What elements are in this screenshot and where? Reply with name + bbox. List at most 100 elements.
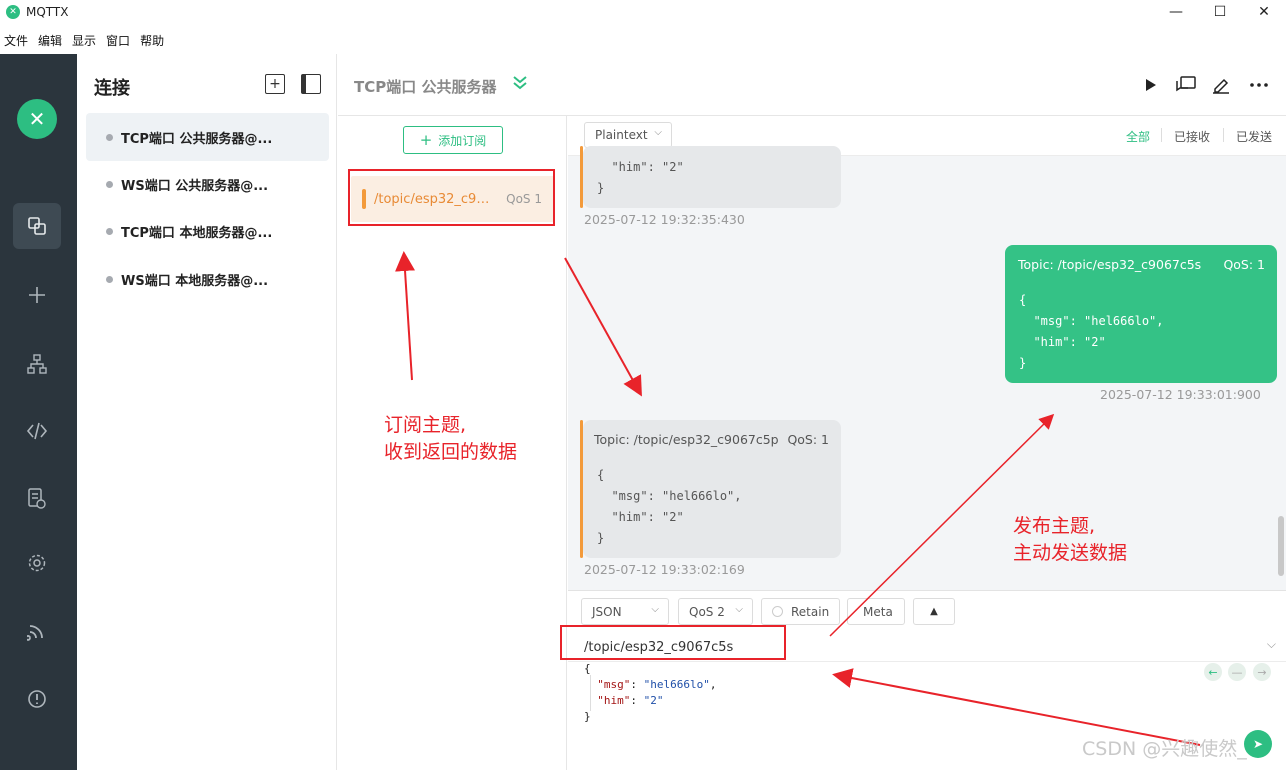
plus-icon: + — [419, 131, 433, 149]
retain-label: Retain — [791, 604, 830, 619]
annotation-subscribe-line1: 订阅主题, — [384, 414, 467, 436]
connection-title: TCP端口 公共服务器 — [354, 78, 497, 96]
previous-message-icon[interactable]: ← — [1204, 663, 1222, 681]
message-timestamp: 2025-07-12 19:33:01:900 — [1100, 387, 1261, 402]
menu-view[interactable]: 显示 — [72, 32, 96, 49]
message-qos: QoS: 1 — [787, 432, 829, 447]
reset-message-icon[interactable]: — — [1228, 663, 1246, 681]
topology-icon[interactable] — [13, 341, 61, 387]
minimize-button[interactable]: — — [1154, 0, 1198, 24]
message-line: "msg": "hel666lo", — [597, 489, 742, 503]
chevron-down-icon: ⌵ — [651, 604, 659, 615]
script-icon[interactable] — [13, 408, 61, 454]
plus-icon[interactable] — [13, 272, 61, 318]
connection-status-dot — [106, 275, 113, 283]
collapse-button[interactable]: ▲ — [913, 598, 955, 625]
edit-icon[interactable] — [1210, 74, 1232, 96]
retain-radio[interactable] — [772, 606, 783, 617]
payload-format-value: Plaintext — [595, 128, 648, 142]
connection-label: TCP端口 公共服务器@... — [121, 131, 273, 147]
log-icon[interactable] — [13, 476, 61, 522]
payload-line[interactable]: { — [584, 662, 591, 675]
messages-scrollbar[interactable] — [1278, 516, 1284, 576]
payload-line[interactable]: "msg": "hel666lo", — [584, 678, 716, 691]
message-timestamp: 2025-07-12 19:33:02:169 — [584, 562, 745, 577]
message-line: { — [1019, 293, 1027, 307]
message-accent-bar — [580, 146, 583, 208]
message-bubble-sent[interactable]: Topic: /topic/esp32_c9067c5s QoS: 1 { "m… — [1005, 245, 1277, 383]
filter-received[interactable]: 已接收 — [1174, 128, 1210, 145]
filter-divider — [1223, 128, 1224, 142]
more-icon[interactable] — [1248, 74, 1270, 96]
message-line: } — [1019, 356, 1027, 370]
chevron-down-icon[interactable]: ⌵ — [1267, 637, 1276, 652]
connections-panel: 连接 + TCP端口 公共服务器@... WS端口 公共服务器@... TCP端… — [77, 54, 337, 770]
annotation-subscribe-line2: 收到返回的数据 — [384, 441, 518, 463]
publish-qos-select[interactable]: QoS 2 ⌵ — [678, 598, 753, 625]
double-chevron-down-icon[interactable] — [512, 74, 528, 94]
chat-icon[interactable] — [1175, 74, 1197, 96]
messages-area[interactable]: Plaintext ⌵ 全部 已接收 已发送 "him": "2" } 2025… — [568, 116, 1286, 590]
maximize-button[interactable]: ☐ — [1198, 0, 1242, 24]
payload-line[interactable]: "him": "2" — [584, 694, 663, 707]
connection-item-tcp-public[interactable]: TCP端口 公共服务器@... — [86, 113, 329, 161]
watermark: CSDN @兴趣使然_ — [1082, 738, 1247, 760]
toggle-panel-icon[interactable] — [301, 74, 321, 94]
retain-toggle[interactable]: Retain — [761, 598, 840, 625]
topic-divider — [568, 661, 1286, 662]
menu-help[interactable]: 帮助 — [140, 32, 164, 49]
connection-item-ws-local[interactable]: WS端口 本地服务器@... — [86, 255, 329, 303]
message-line: } — [597, 181, 605, 195]
connections-icon[interactable] — [13, 203, 61, 249]
filter-all[interactable]: 全部 — [1126, 128, 1150, 145]
message-accent-bar — [580, 420, 583, 558]
connection-item-tcp-local[interactable]: TCP端口 本地服务器@... — [86, 207, 329, 255]
message-line: } — [597, 531, 605, 545]
menu-bar: 文件 编辑 显示 窗口 帮助 — [0, 28, 170, 52]
menu-edit[interactable]: 编辑 — [38, 32, 62, 49]
annotation-box-topic — [560, 625, 786, 660]
subscribe-icon[interactable] — [13, 608, 61, 654]
title-bar: ✕ MQTTX — ☐ ✕ — [0, 0, 1286, 24]
window-title: MQTTX — [26, 5, 69, 19]
left-nav: ✕ — [0, 54, 77, 770]
message-line: "him": "2" — [597, 160, 684, 174]
mqttx-logo-icon: ✕ — [17, 99, 57, 139]
settings-icon[interactable] — [13, 540, 61, 586]
annotation-publish-line1: 发布主题, — [1013, 515, 1096, 537]
menu-window[interactable]: 窗口 — [106, 32, 130, 49]
annotation-box-subscription — [348, 169, 555, 226]
chevron-down-icon: ⌵ — [735, 604, 743, 615]
filter-sent[interactable]: 已发送 — [1236, 128, 1272, 145]
message-timestamp: 2025-07-12 19:32:35:430 — [584, 212, 745, 227]
publish-format-select[interactable]: JSON ⌵ — [581, 598, 669, 625]
message-bubble-received[interactable]: "him": "2" } — [580, 146, 841, 208]
meta-label: Meta — [863, 604, 893, 619]
message-topic: Topic: /topic/esp32_c9067c5p — [594, 432, 779, 447]
message-line: "msg": "hel666lo", — [1019, 314, 1164, 328]
message-line: { — [597, 468, 605, 482]
menu-file[interactable]: 文件 — [4, 32, 28, 49]
about-icon[interactable] — [13, 676, 61, 722]
add-subscription-button[interactable]: + 添加订阅 — [403, 126, 503, 154]
payload-line[interactable]: } — [584, 710, 591, 723]
meta-button[interactable]: Meta — [847, 598, 905, 625]
connection-item-ws-public[interactable]: WS端口 公共服务器@... — [86, 160, 329, 208]
close-button[interactable]: ✕ — [1242, 0, 1286, 24]
message-bubble-received[interactable]: Topic: /topic/esp32_c9067c5p QoS: 1 { "m… — [580, 420, 841, 558]
triangle-up-icon: ▲ — [930, 606, 938, 617]
payload-format-select[interactable]: Plaintext ⌵ — [584, 122, 672, 148]
connection-status-dot — [106, 180, 113, 188]
chevron-down-icon: ⌵ — [654, 127, 662, 138]
publish-qos-value: QoS 2 — [689, 604, 725, 619]
connection-header: TCP端口 公共服务器 — [338, 54, 1286, 116]
connection-label: WS端口 本地服务器@... — [121, 273, 269, 289]
message-line: "him": "2" — [1019, 335, 1106, 349]
next-message-icon[interactable]: → — [1253, 663, 1271, 681]
message-qos: QoS: 1 — [1223, 257, 1265, 272]
new-connection-icon[interactable]: + — [265, 74, 285, 94]
send-button[interactable]: ➤ — [1244, 730, 1272, 758]
play-icon[interactable] — [1140, 74, 1162, 96]
connection-status-dot — [106, 227, 113, 235]
publish-format-value: JSON — [592, 604, 622, 619]
